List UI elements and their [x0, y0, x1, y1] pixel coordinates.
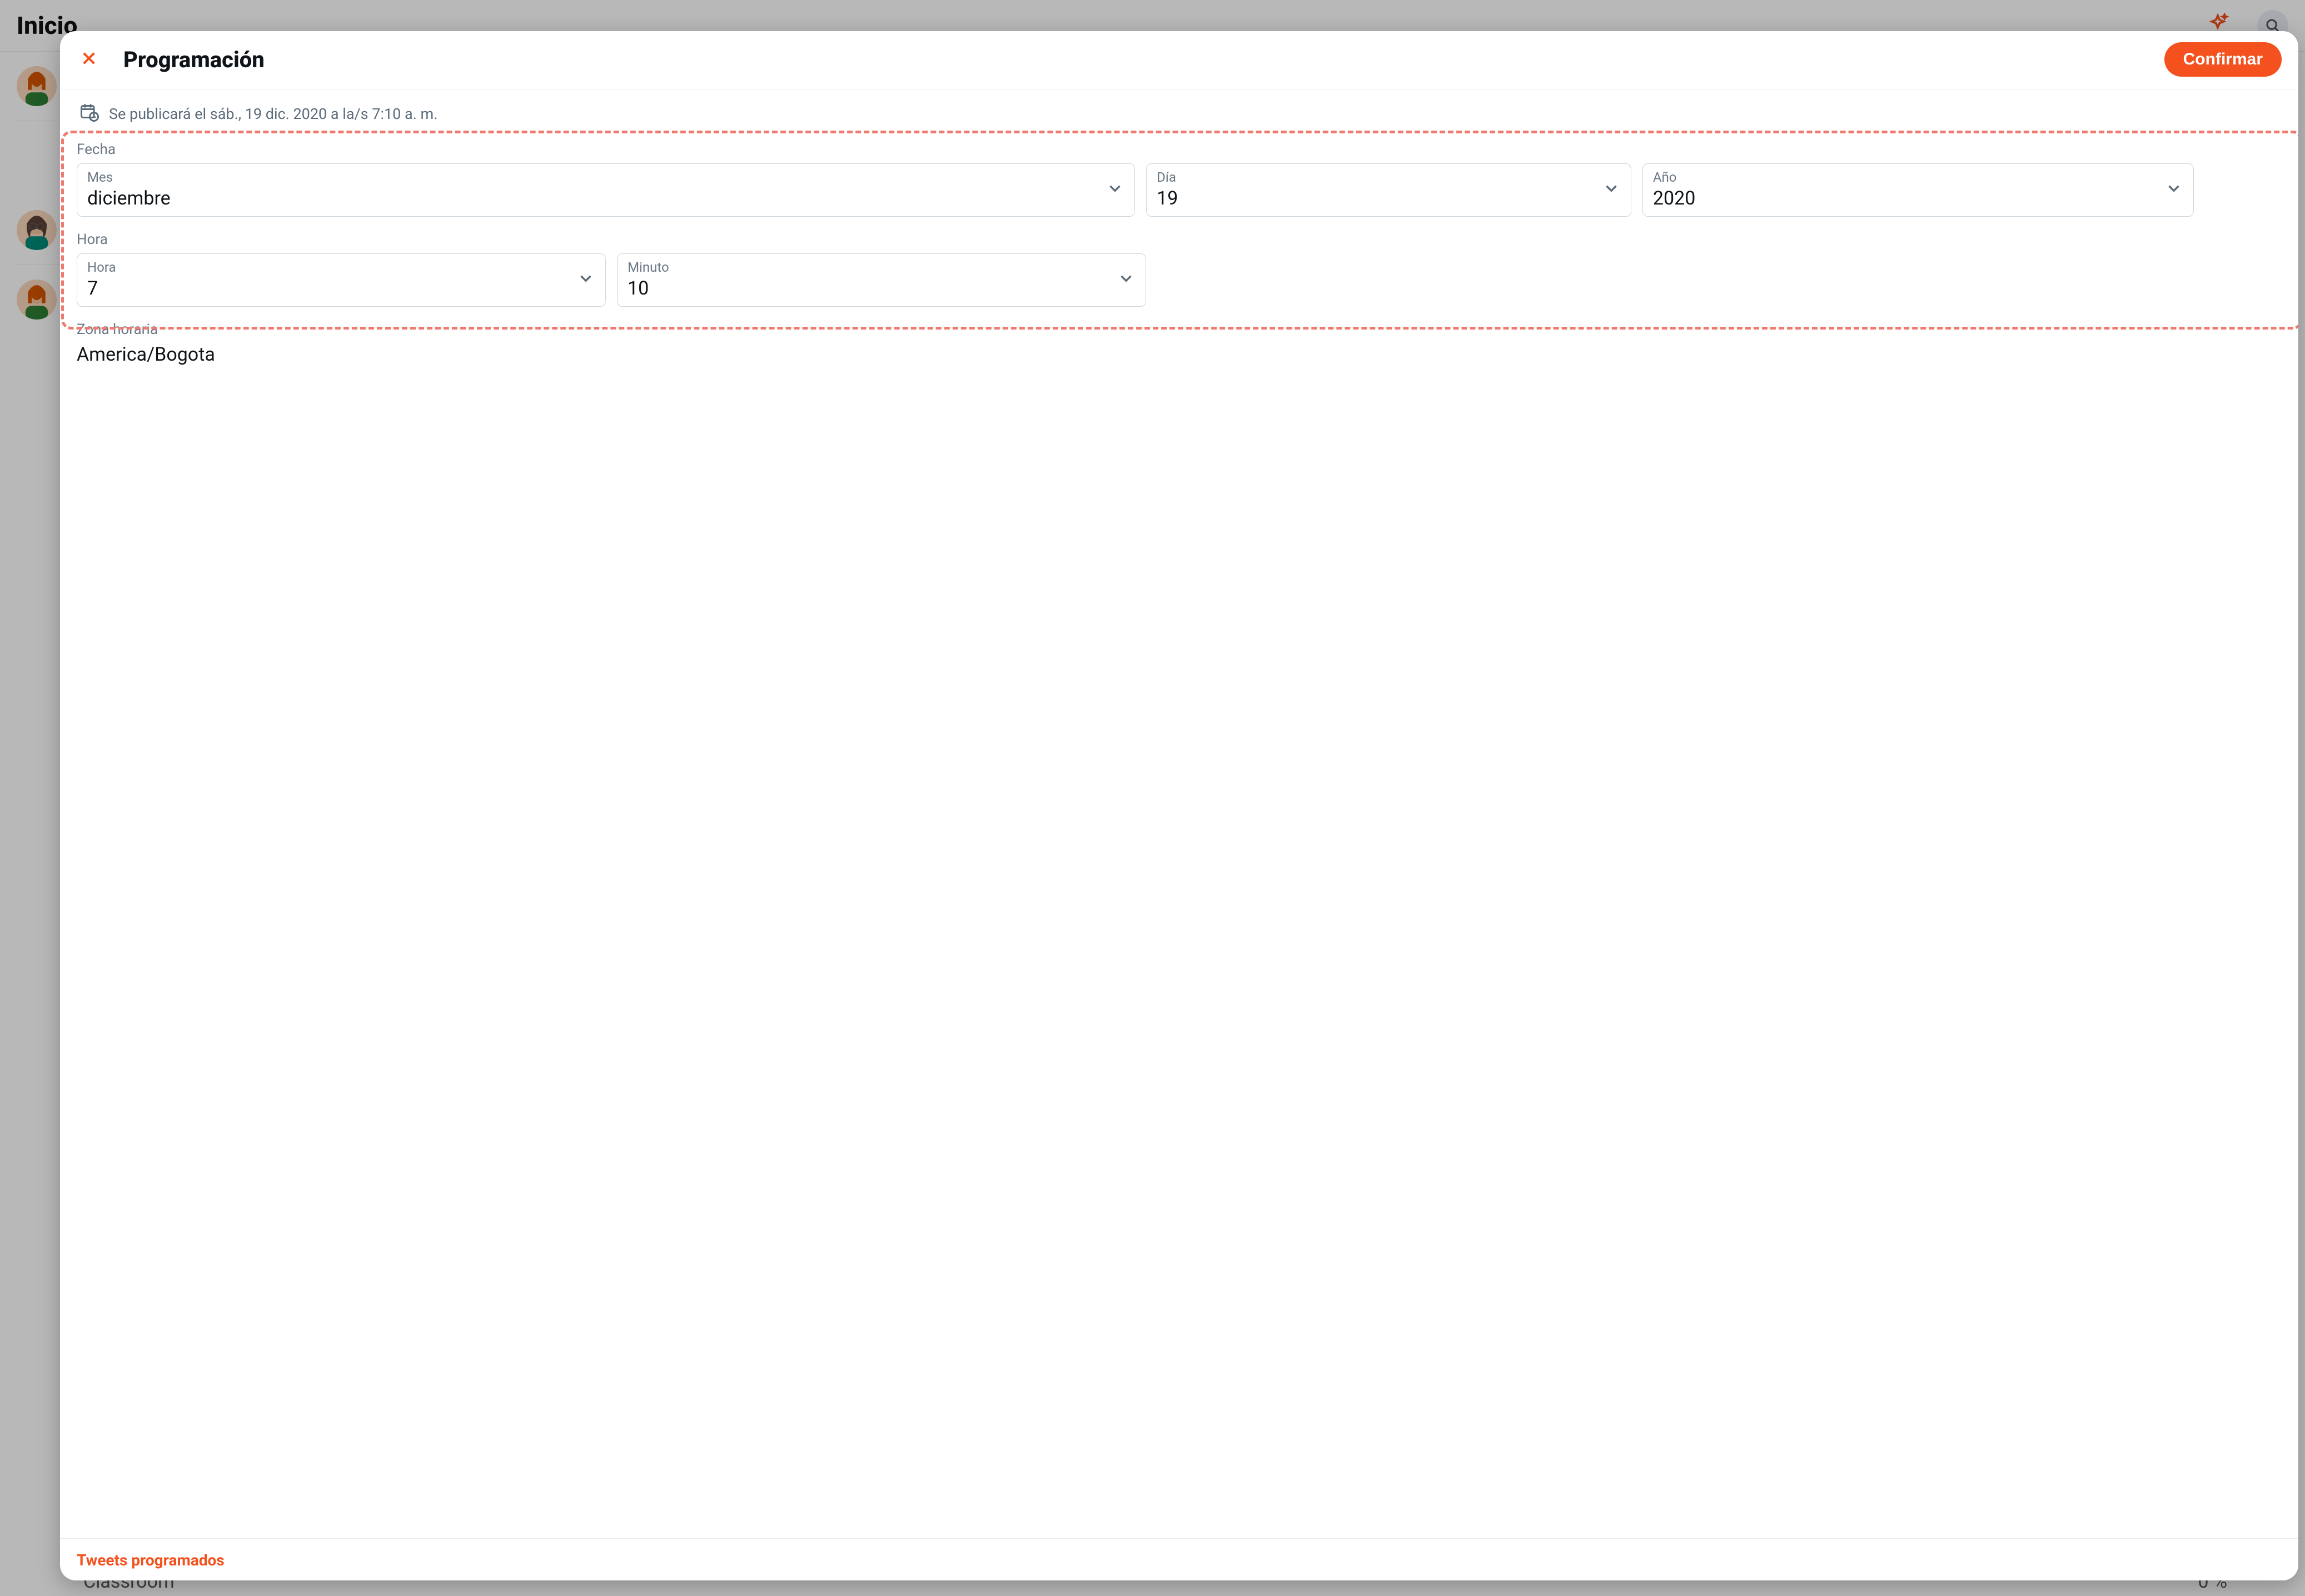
close-button[interactable] — [77, 47, 101, 72]
hour-select[interactable]: Hora 7 — [77, 253, 606, 307]
month-label: Mes — [87, 169, 171, 185]
hour-label: Hora — [87, 260, 116, 275]
month-value: diciembre — [87, 187, 171, 210]
date-row: Mes diciembre Día 19 Año 2020 — [77, 163, 2282, 217]
year-value: 2020 — [1653, 187, 1695, 210]
timezone-value: America/Bogota — [77, 343, 2282, 366]
time-row: Hora 7 Minuto 10 — [77, 253, 2282, 307]
minute-select[interactable]: Minuto 10 — [617, 253, 1146, 307]
year-select[interactable]: Año 2020 — [1642, 163, 2194, 217]
timezone-label: Zona horaria — [77, 321, 2282, 338]
chevron-down-icon — [576, 269, 595, 290]
month-select[interactable]: Mes diciembre — [77, 163, 1135, 217]
day-label: Día — [1157, 169, 1178, 185]
modal-body: Se publicará el sáb., 19 dic. 2020 a la/… — [60, 89, 2298, 1538]
hour-value: 7 — [87, 277, 116, 300]
date-section-label: Fecha — [77, 141, 2282, 158]
minute-label: Minuto — [628, 260, 669, 275]
year-label: Año — [1653, 169, 1695, 185]
day-value: 19 — [1157, 187, 1178, 210]
modal-title: Programación — [123, 47, 2142, 73]
publish-summary-text: Se publicará el sáb., 19 dic. 2020 a la/… — [109, 105, 437, 123]
calendar-clock-icon — [79, 102, 99, 126]
modal-footer: Tweets programados — [60, 1538, 2298, 1580]
minute-value: 10 — [628, 277, 669, 300]
chevron-down-icon — [1117, 269, 1136, 290]
chevron-down-icon — [1602, 179, 1621, 200]
timezone-block: Zona horaria America/Bogota — [77, 321, 2282, 366]
time-section-label: Hora — [77, 231, 2282, 248]
modal-header: Programación Confirmar — [60, 31, 2298, 89]
chevron-down-icon — [1106, 179, 1124, 200]
close-icon — [80, 49, 98, 69]
confirm-button[interactable]: Confirmar — [2164, 42, 2282, 77]
publish-summary: Se publicará el sáb., 19 dic. 2020 a la/… — [77, 102, 2282, 126]
schedule-modal: Programación Confirmar Se publicará el s… — [60, 31, 2298, 1580]
scheduled-tweets-link[interactable]: Tweets programados — [77, 1551, 225, 1569]
chevron-down-icon — [2164, 179, 2183, 200]
day-select[interactable]: Día 19 — [1146, 163, 1631, 217]
